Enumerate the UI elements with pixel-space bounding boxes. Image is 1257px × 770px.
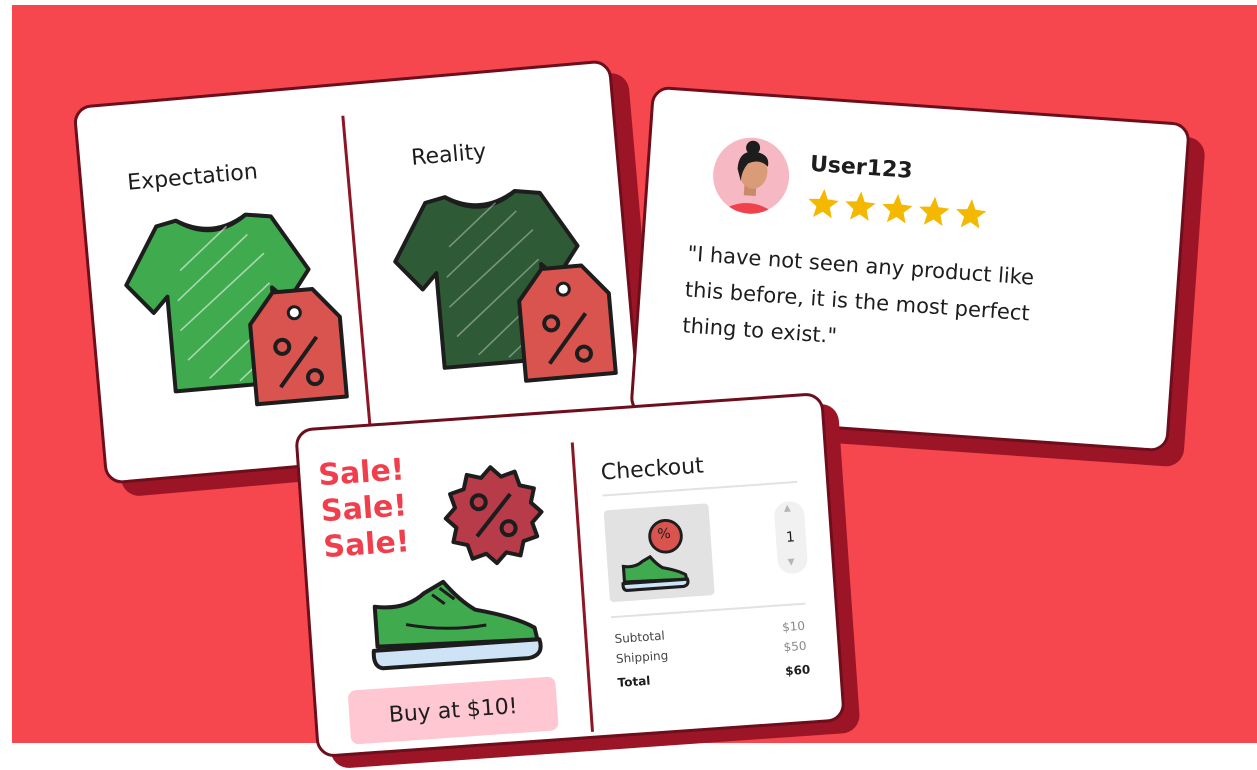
discount-badge-icon [443, 465, 544, 566]
subtotal-value: $10 [781, 618, 806, 635]
buy-button[interactable]: Buy at $10! [347, 676, 559, 745]
checkout-divider [570, 442, 594, 732]
star-rating [808, 188, 987, 229]
quantity-value: 1 [785, 529, 796, 546]
discount-tag-icon [248, 287, 349, 407]
summary-divider [610, 602, 806, 619]
subtotal-label: Subtotal [614, 628, 666, 647]
review-card: User123 "I have not seen any product lik… [629, 85, 1206, 468]
checkout-title: Checkout [600, 453, 705, 486]
sale-text-line-1: Sale! [317, 452, 406, 494]
sneaker-icon [371, 579, 543, 671]
reality-label: Reality [410, 139, 488, 171]
small-sneaker-icon [621, 554, 690, 592]
user-avatar-icon [713, 137, 790, 217]
star-icon [919, 196, 950, 227]
review-quote-line-3: thing to exist." [681, 313, 838, 349]
star-icon [882, 193, 913, 224]
username: User123 [809, 151, 914, 184]
chevron-down-icon[interactable]: ▼ [787, 557, 795, 567]
star-icon [845, 191, 876, 221]
sale-text-line-3: Sale! [322, 524, 411, 566]
shipping-value: $50 [783, 638, 807, 655]
cart-item-thumbnail[interactable]: % [603, 503, 715, 603]
total-value: $60 [784, 662, 811, 679]
item-badge-symbol: % [656, 525, 672, 543]
sale-checkout-card: Sale! Sale! Sale! Buy at $10! Checkout %… [294, 391, 861, 770]
shipping-label: Shipping [615, 648, 669, 666]
quantity-stepper[interactable]: ▲ 1 ▼ [773, 500, 809, 575]
sale-text-line-2: Sale! [319, 488, 409, 530]
star-icon [956, 199, 987, 229]
expectation-label: Expectation [126, 159, 259, 196]
star-icon [808, 188, 839, 219]
chevron-up-icon[interactable]: ▲ [784, 503, 792, 513]
total-label: Total [617, 673, 651, 690]
buy-button-label: Buy at $10! [387, 693, 519, 728]
discount-tag-icon [517, 263, 618, 383]
